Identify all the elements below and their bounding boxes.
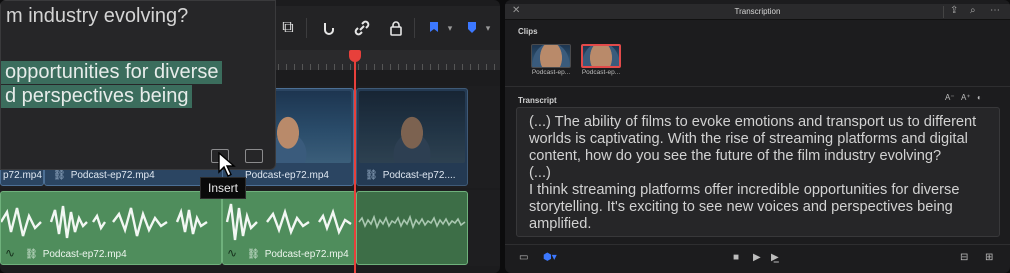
transcript-line: (...) <box>529 165 551 181</box>
audio-clip[interactable]: ∿ ⛓ Podcast-ep72.mp4 <box>0 191 222 265</box>
transcript-line: I think streaming platforms offer incred… <box>529 182 960 198</box>
stop-icon[interactable]: ■ <box>733 252 739 263</box>
decrease-font-button[interactable]: A⁻ <box>945 93 955 102</box>
clip-name: Podcast-ep... <box>531 69 571 76</box>
timeline-panel: ⧉ ▾ ▾ p72.mp4 ⛓ Podcast-ep72.mp4 Podcast… <box>0 0 500 273</box>
flag-icon[interactable] <box>422 16 446 40</box>
chevron-down-icon[interactable]: ▾ <box>482 16 494 40</box>
insert-icon[interactable]: ⊟ <box>960 252 968 263</box>
clip-thumbnail-card[interactable]: Podcast-ep... <box>531 44 571 76</box>
audio-waveform <box>225 203 352 241</box>
chevron-down-icon[interactable]: ▾ <box>444 16 456 40</box>
audio-clip[interactable]: ∿ ⛓ Podcast-ep72.mp4 <box>222 191 356 265</box>
more-options-icon[interactable]: ⋯ <box>990 5 1000 16</box>
link-icon: ⛓ <box>53 170 66 181</box>
panel-title: Transcription <box>734 7 781 16</box>
link-icon: ⛓ <box>247 249 260 260</box>
clip-name: Podcast-ep... <box>581 69 621 76</box>
snap-hook-icon[interactable] <box>316 16 340 40</box>
overwrite-icon[interactable] <box>245 149 263 163</box>
transcript-line: storytelling. It's exciting to see new v… <box>529 199 953 215</box>
caption-highlight-line-1: opportunities for diverse <box>1 61 223 84</box>
caption-preview-popup: m industry evolving? opportunities for d… <box>0 0 276 170</box>
audio-clip[interactable] <box>356 191 468 265</box>
clip-image <box>581 44 621 68</box>
transcript-section-label: Transcript <box>518 96 557 105</box>
play-to-end-icon[interactable]: ▶̲ <box>771 252 779 263</box>
video-clip[interactable]: ⛓ Podcast-ep72.... <box>356 88 468 186</box>
transcript-line: content, how do you see the future of th… <box>529 148 942 164</box>
link-icon: ⛓ <box>25 249 38 260</box>
clip-label: ⛓ Podcast-ep72.mp4 <box>25 249 127 260</box>
overwrite-icon[interactable]: ⊞ <box>985 252 993 263</box>
header-divider <box>943 6 944 18</box>
toolbar-divider <box>414 18 415 38</box>
search-icon[interactable]: ⌕ <box>970 5 976 16</box>
folder-icon[interactable]: ▭ <box>519 252 528 263</box>
mouse-cursor-icon <box>218 152 236 177</box>
playhead-handle[interactable] <box>349 50 361 62</box>
panel-header: ✕ Transcription ⇪ ⌕ ⋯ <box>505 4 1010 20</box>
toolbar-divider <box>306 18 307 38</box>
transcription-panel: ✕ Transcription ⇪ ⌕ ⋯ Clips Podcast-ep..… <box>505 0 1010 273</box>
link-chain-icon[interactable] <box>350 16 374 40</box>
clip-label: Podcast-ep72.mp4 <box>245 170 329 181</box>
increase-font-button[interactable]: A⁺ <box>961 93 971 102</box>
clip-label: ⛓ Podcast-ep72.... <box>365 170 456 181</box>
link-icon: ⛓ <box>365 170 378 181</box>
audio-waveform <box>1 205 208 239</box>
clip-label: ⛓ Podcast-ep72.mp4 <box>247 249 349 260</box>
lock-icon[interactable] <box>384 16 408 40</box>
marker-icon[interactable] <box>460 16 484 40</box>
clip-thumbnail-card-selected[interactable]: Podcast-ep... <box>581 44 621 76</box>
app-window: ⧉ ▾ ▾ p72.mp4 ⛓ Podcast-ep72.mp4 Podcast… <box>0 0 1010 273</box>
clip-label: p72.mp4 <box>3 170 42 181</box>
caption-question-text: m industry evolving? <box>6 5 189 27</box>
volume-curve-icon: ∿ <box>5 246 16 260</box>
transcript-line: (...) The ability of films to evoke emot… <box>529 114 977 130</box>
transcript-text-area[interactable]: (...) The ability of films to evoke emot… <box>516 107 1000 237</box>
play-icon[interactable]: ▶ <box>753 252 761 263</box>
clip-image <box>531 44 571 68</box>
playhead-line[interactable] <box>354 56 356 273</box>
contrast-icon[interactable]: ◐ <box>977 93 982 102</box>
insert-tooltip: Insert <box>200 177 247 199</box>
clip-label: ⛓ Podcast-ep72.mp4 <box>53 170 155 181</box>
clips-section-label: Clips <box>518 27 538 36</box>
audio-waveform <box>358 214 466 230</box>
transcript-line: worlds is captivating. With the rise of … <box>529 131 968 147</box>
export-icon[interactable]: ⇪ <box>950 5 958 16</box>
caption-highlight-line-2: d perspectives being <box>1 85 193 108</box>
timecode-ruler[interactable] <box>270 50 500 70</box>
volume-curve-icon: ∿ <box>227 246 238 260</box>
clip-thumbnail <box>359 91 465 163</box>
panel-footer: ▭ ⬢▾ ■ ▶ ▶̲ ⊟ ⊞ <box>505 244 1010 273</box>
section-divider <box>505 86 1010 87</box>
transcript-line: amplified. <box>529 216 592 232</box>
marker-dropdown-icon[interactable]: ⬢▾ <box>543 252 557 263</box>
link-clips-icon[interactable]: ⧉ <box>276 16 300 40</box>
